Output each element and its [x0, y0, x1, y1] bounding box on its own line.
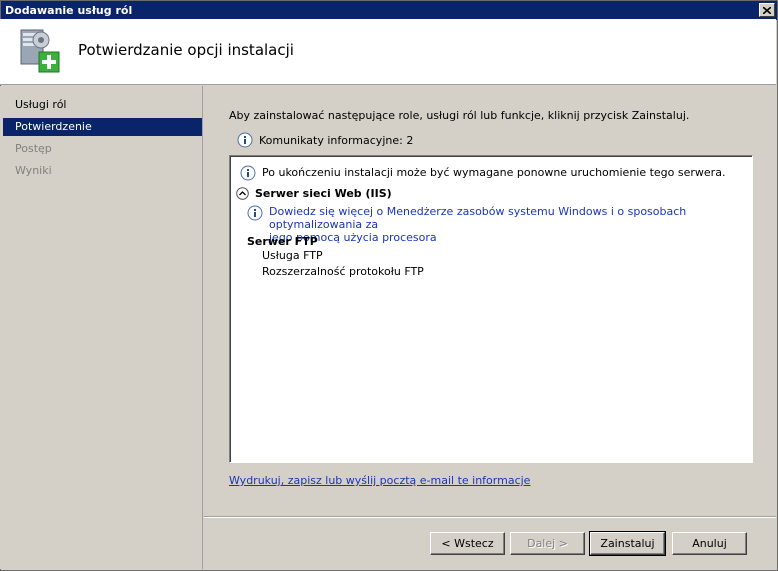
print-save-email-link[interactable]: Wydrukuj, zapisz lub wyślij pocztą e-mai… [229, 474, 530, 487]
close-button[interactable] [759, 3, 775, 17]
ftp-item: Rozszerzalność protokołu FTP [262, 265, 424, 278]
message-count: Komunikaty informacyjne: 2 [237, 132, 413, 148]
step-results: Wyniki [15, 164, 52, 177]
step-role-services[interactable]: Usługi ról [3, 96, 202, 114]
ftp-heading: Serwer FTP [247, 235, 318, 248]
learn-more-row: Dowiedz się więcej o Menedżerze zasobów … [247, 205, 752, 244]
step-confirmation[interactable]: Potwierdzenie [3, 118, 202, 136]
learn-more-link[interactable]: Dowiedz się więcej o Menedżerze zasobów … [269, 205, 752, 244]
header-banner: Potwierdzanie opcji instalacji [0, 19, 776, 85]
info-icon [240, 165, 256, 181]
title-bar: Dodawanie usług ról [1, 1, 777, 20]
cancel-button[interactable]: Anuluj [672, 532, 747, 555]
group-title: Serwer sieci Web (IIS) [255, 187, 392, 200]
step-progress: Postęp [15, 142, 52, 155]
next-button: Dalej > [510, 532, 585, 555]
restart-note-text: Po ukończeniu instalacji może być wymaga… [262, 166, 726, 179]
intro-text: Aby zainstalować następujące role, usług… [229, 109, 690, 122]
close-icon [763, 6, 771, 14]
server-add-icon [20, 29, 60, 73]
info-icon [247, 205, 263, 221]
restart-note: Po ukończeniu instalacji może być wymaga… [240, 165, 725, 181]
message-count-label: Komunikaty informacyjne: 2 [259, 133, 414, 147]
group-header-iis[interactable]: Serwer sieci Web (IIS) [236, 187, 392, 200]
collapse-icon[interactable] [236, 187, 249, 200]
info-icon [237, 132, 253, 148]
window-title: Dodawanie usług ról [5, 4, 133, 17]
install-button[interactable]: Zainstaluj [589, 531, 666, 556]
footer-divider [204, 516, 776, 518]
summary-box: Po ukończeniu instalacji może być wymaga… [229, 155, 753, 463]
page-title: Potwierdzanie opcji instalacji [78, 41, 294, 59]
learn-more-line: jego pomocą użycia procesora [269, 231, 437, 244]
ftp-item: Usługa FTP [262, 249, 323, 262]
wizard-steps: Usługi ról Potwierdzenie Postęp Wyniki [0, 86, 203, 569]
back-button[interactable]: < Wstecz [430, 532, 505, 555]
main-panel: Aby zainstalować następujące role, usług… [204, 86, 776, 516]
learn-more-line: Dowiedz się więcej o Menedżerze zasobów … [269, 205, 687, 231]
